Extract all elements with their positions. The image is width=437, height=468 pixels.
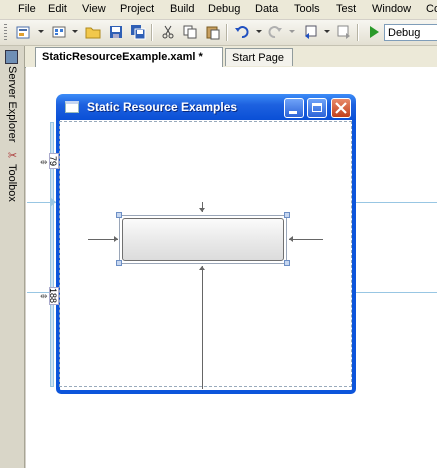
toolbar-separator [357, 24, 359, 41]
toolbar-grip[interactable] [4, 24, 7, 41]
cut-icon[interactable] [159, 24, 176, 40]
star-sizing-icon[interactable]: ⇹ [40, 157, 48, 168]
resize-handle[interactable] [116, 212, 122, 218]
navigate-forward-icon[interactable] [335, 24, 352, 40]
server-explorer-label: Server Explorer [6, 66, 18, 143]
window-title: Static Resource Examples [87, 100, 238, 114]
window-app-icon [65, 101, 79, 113]
copy-icon[interactable] [181, 24, 198, 40]
right-margin-line [289, 239, 323, 240]
navigate-dropdown-icon[interactable] [324, 30, 330, 33]
toolbox-icon: ✂ [6, 149, 18, 162]
open-folder-icon[interactable] [84, 24, 101, 40]
selected-button[interactable] [122, 218, 284, 261]
resize-handle[interactable] [284, 260, 290, 266]
menu-community[interactable]: Co [426, 2, 437, 16]
bottom-margin-arrow-icon [199, 266, 205, 270]
side-tool-strip: Server Explorer ✂ Toolbox [0, 46, 25, 468]
menu-tools[interactable]: Tools [294, 2, 320, 16]
row1-height-label: 79 [48, 153, 59, 169]
add-item-icon[interactable] [50, 24, 67, 40]
left-margin-arrow-icon [114, 236, 118, 242]
start-debugging-icon[interactable] [365, 24, 382, 40]
add-item-dropdown-icon[interactable] [72, 30, 78, 33]
redo-icon[interactable] [266, 24, 283, 40]
menu-file[interactable]: File [18, 2, 36, 16]
undo-icon[interactable] [233, 24, 250, 40]
menu-debug[interactable]: Debug [208, 2, 240, 16]
grid-row-marker[interactable] [50, 197, 56, 207]
bottom-margin-line [202, 266, 203, 389]
redo-dropdown-icon[interactable] [289, 30, 295, 33]
tab-start-page[interactable]: Start Page [225, 48, 293, 66]
resize-handle[interactable] [116, 260, 122, 266]
navigate-backward-icon[interactable] [302, 24, 319, 40]
document-tab-strip: StaticResourceExample.xaml * Start Page [25, 46, 437, 68]
star-sizing-icon[interactable]: ⇹ [40, 291, 48, 302]
menu-view[interactable]: View [82, 2, 106, 16]
solution-configuration-select[interactable]: Debug [384, 24, 437, 41]
minimize-icon [289, 111, 297, 114]
server-icon [5, 50, 18, 64]
new-project-dropdown-icon[interactable] [38, 30, 44, 33]
resize-handle[interactable] [284, 212, 290, 218]
close-button[interactable] [331, 98, 351, 118]
row2-height-label: 188 [48, 287, 59, 305]
toolbox-tab[interactable]: ✂ Toolbox [2, 149, 21, 209]
menu-build[interactable]: Build [170, 2, 194, 16]
toolbox-label: Toolbox [6, 164, 18, 202]
new-project-icon[interactable] [14, 24, 31, 40]
menu-data[interactable]: Data [255, 2, 278, 16]
save-all-icon[interactable] [129, 24, 146, 40]
maximize-icon [312, 103, 322, 112]
menu-project[interactable]: Project [120, 2, 154, 16]
maximize-button[interactable] [307, 98, 327, 118]
menu-window[interactable]: Window [372, 2, 411, 16]
menu-edit[interactable]: Edit [48, 2, 67, 16]
menu-test[interactable]: Test [336, 2, 356, 16]
toolbar-separator [151, 24, 153, 41]
minimize-button[interactable] [284, 98, 304, 118]
menu-bar: File Edit View Project Build Debug Data … [0, 0, 437, 19]
toolbar-separator [226, 24, 228, 41]
window-title-bar[interactable]: Static Resource Examples [56, 94, 356, 120]
save-icon[interactable] [107, 24, 124, 40]
undo-dropdown-icon[interactable] [256, 30, 262, 33]
server-explorer-tab[interactable]: Server Explorer [2, 50, 21, 156]
standard-toolbar [0, 20, 437, 46]
top-margin-arrow-icon [199, 208, 205, 212]
right-margin-arrow-icon [289, 236, 293, 242]
paste-icon[interactable] [204, 24, 221, 40]
close-icon [335, 102, 347, 114]
tab-staticresourceexample[interactable]: StaticResourceExample.xaml * [35, 47, 223, 67]
